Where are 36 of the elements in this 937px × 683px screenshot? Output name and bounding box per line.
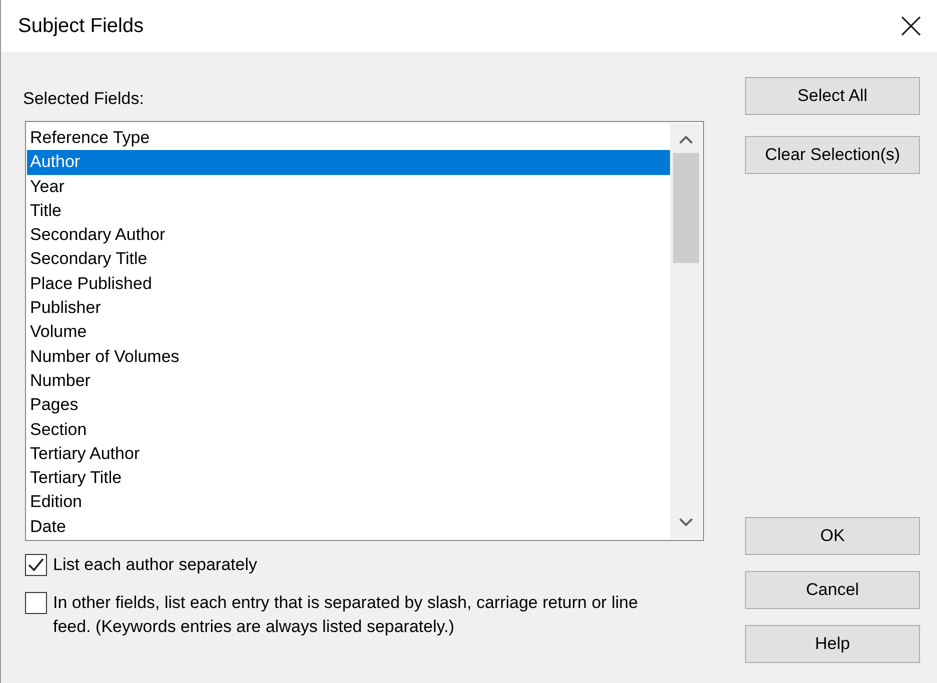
list-item[interactable]: Tertiary Title bbox=[27, 466, 670, 490]
scroll-down-icon[interactable] bbox=[679, 518, 693, 527]
list-item[interactable]: Section bbox=[27, 418, 670, 442]
dialog-button[interactable]: OK bbox=[745, 517, 920, 555]
list-item[interactable]: Tertiary Author bbox=[27, 442, 670, 466]
dialog-button[interactable]: Select All bbox=[745, 77, 920, 115]
close-button[interactable] bbox=[899, 14, 923, 38]
list-item[interactable]: Number bbox=[27, 368, 670, 394]
scrollbar[interactable] bbox=[670, 123, 702, 539]
list-item[interactable]: Reference Type bbox=[27, 126, 670, 150]
scrollbar-thumb[interactable] bbox=[673, 153, 699, 263]
checkbox-label: In other fields, list each entry that is separated by slash, carriage return or line feed. (Keywords entries are always listed separately.) bbox=[53, 592, 639, 638]
checkbox-label: List each author separately bbox=[53, 554, 258, 576]
scroll-up-icon[interactable] bbox=[679, 135, 693, 144]
list-item[interactable]: Publisher bbox=[27, 296, 670, 320]
fields-listbox[interactable]: Reference Type Author Year Title Secondary Author Secondary Title Place Published Publisher Volume Number of Volumes Number Pages Section Tertiary Author Tertiary Title Edition Date bbox=[25, 121, 704, 541]
list-item[interactable]: Number of Volumes bbox=[27, 344, 670, 369]
dialog-button[interactable]: Help bbox=[745, 625, 920, 663]
list-item[interactable]: Year bbox=[27, 174, 670, 199]
window-title: Subject Fields bbox=[18, 14, 144, 39]
list-label: Selected Fields: bbox=[23, 88, 144, 110]
list-item[interactable]: Secondary Author bbox=[27, 223, 670, 248]
checkbox[interactable] bbox=[25, 592, 47, 614]
list-item[interactable]: Secondary Title bbox=[27, 247, 670, 272]
list-item[interactable]: Volume bbox=[27, 320, 670, 345]
dialog-button[interactable]: Cancel bbox=[745, 571, 920, 609]
checkmark-icon bbox=[28, 558, 44, 572]
list-item[interactable]: Place Published bbox=[27, 272, 670, 296]
list-item[interactable]: Date bbox=[27, 514, 670, 539]
checkbox[interactable] bbox=[25, 554, 47, 576]
close-icon bbox=[901, 16, 921, 36]
list-item[interactable]: Author bbox=[27, 150, 670, 175]
list-item[interactable]: Title bbox=[27, 198, 670, 224]
list-item[interactable]: Pages bbox=[27, 393, 670, 418]
list-item[interactable]: Edition bbox=[27, 490, 670, 515]
dialog-button[interactable]: Clear Selection(s) bbox=[745, 136, 920, 174]
